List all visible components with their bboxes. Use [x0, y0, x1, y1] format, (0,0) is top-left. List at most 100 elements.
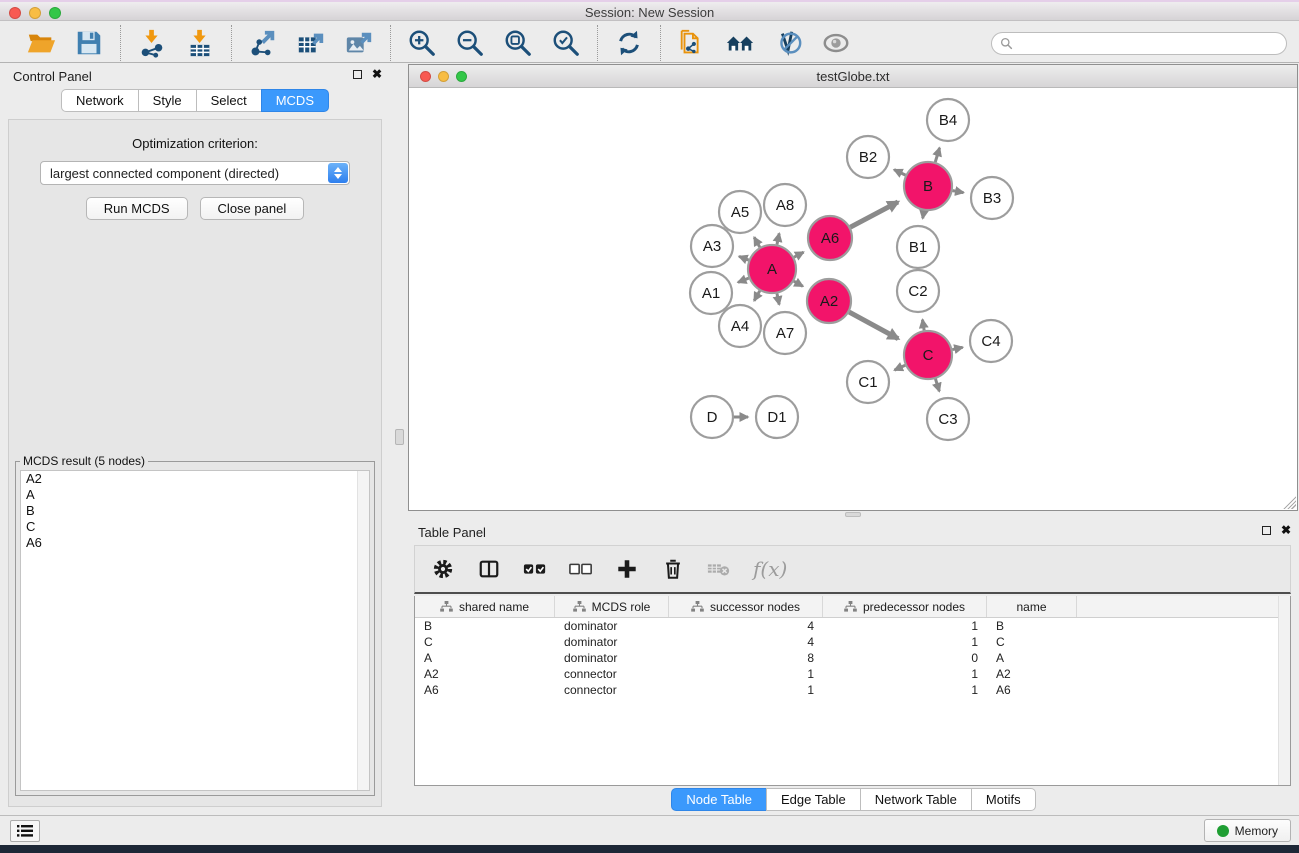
- export-table-icon[interactable]: [295, 27, 327, 59]
- tab-motifs[interactable]: Motifs: [971, 788, 1036, 811]
- graph-edge-B-B1[interactable]: [923, 211, 924, 219]
- hide-graphics-details-icon[interactable]: [772, 27, 804, 59]
- table-scrollbar[interactable]: [1278, 596, 1290, 785]
- graph-edge-B-B4[interactable]: [935, 148, 939, 162]
- column-header-shared-name[interactable]: shared name: [415, 596, 555, 617]
- table-cell[interactable]: 1: [823, 619, 987, 633]
- result-item[interactable]: C: [21, 519, 369, 535]
- select-all-columns-icon[interactable]: [523, 557, 547, 581]
- table-cell[interactable]: B: [987, 619, 1077, 633]
- table-row[interactable]: Bdominator41B: [415, 618, 1290, 634]
- graph-edge-A-A7[interactable]: [777, 293, 779, 304]
- tab-network-table[interactable]: Network Table: [860, 788, 971, 811]
- horizontal-divider-handle[interactable]: [845, 512, 861, 517]
- table-cell[interactable]: 1: [823, 683, 987, 697]
- table-cell[interactable]: C: [987, 635, 1077, 649]
- refresh-icon[interactable]: [613, 27, 645, 59]
- zoom-in-icon[interactable]: [406, 27, 438, 59]
- close-panel-button[interactable]: Close panel: [200, 197, 305, 220]
- graph-edge-A-A1[interactable]: [738, 278, 749, 282]
- memory-button[interactable]: Memory: [1204, 819, 1291, 842]
- tab-select[interactable]: Select: [196, 89, 261, 112]
- result-item[interactable]: A2: [21, 471, 369, 487]
- open-file-icon[interactable]: [25, 27, 57, 59]
- table-cell[interactable]: connector: [555, 667, 669, 681]
- search-input[interactable]: [1018, 36, 1278, 50]
- table-float-icon[interactable]: [1262, 526, 1271, 535]
- column-header-name[interactable]: name: [987, 596, 1077, 617]
- result-item[interactable]: B: [21, 503, 369, 519]
- network-from-selection-icon[interactable]: [676, 27, 708, 59]
- graph-edge-A-A2[interactable]: [794, 281, 803, 286]
- table-cell[interactable]: dominator: [555, 619, 669, 633]
- table-row[interactable]: Cdominator41C: [415, 634, 1290, 650]
- column-header-predecessor-nodes[interactable]: predecessor nodes: [823, 596, 987, 617]
- table-settings-gear-icon[interactable]: [431, 557, 455, 581]
- result-scrollbar[interactable]: [357, 471, 369, 790]
- table-cell[interactable]: B: [415, 619, 555, 633]
- table-cell[interactable]: 8: [669, 651, 823, 665]
- show-columns-icon[interactable]: [477, 557, 501, 581]
- graph-edge-C-C4[interactable]: [952, 347, 962, 349]
- table-cell[interactable]: A6: [415, 683, 555, 697]
- import-table-icon[interactable]: [184, 27, 216, 59]
- tab-edge-table[interactable]: Edge Table: [766, 788, 860, 811]
- graph-edge-B-B3[interactable]: [953, 191, 964, 193]
- column-header-successor-nodes[interactable]: successor nodes: [669, 596, 823, 617]
- network-canvas[interactable]: B4B2BB3A8A5A6A3B1AC2A1A2A4A7C4CC1C3DD1: [409, 88, 1297, 510]
- table-cell[interactable]: A: [987, 651, 1077, 665]
- graph-edge-C-C1[interactable]: [894, 365, 905, 370]
- graph-edge-B-B2[interactable]: [894, 170, 905, 176]
- table-row[interactable]: Adominator80A: [415, 650, 1290, 666]
- graph-edge-A2-C[interactable]: [849, 312, 898, 339]
- table-cell[interactable]: dominator: [555, 651, 669, 665]
- result-item[interactable]: A: [21, 487, 369, 503]
- close-panel-icon[interactable]: ✖: [372, 69, 382, 79]
- graph-edge-A-A6[interactable]: [794, 252, 803, 257]
- vertical-divider-handle[interactable]: [395, 429, 404, 445]
- table-cell[interactable]: C: [415, 635, 555, 649]
- graph-edge-A-A8[interactable]: [777, 233, 779, 244]
- table-cell[interactable]: connector: [555, 683, 669, 697]
- table-cell[interactable]: 1: [823, 635, 987, 649]
- tab-mcds[interactable]: MCDS: [261, 89, 329, 112]
- table-cell[interactable]: A2: [415, 667, 555, 681]
- table-cell[interactable]: 4: [669, 619, 823, 633]
- table-close-icon[interactable]: ✖: [1281, 525, 1291, 535]
- graph-edge-A-A3[interactable]: [739, 256, 749, 260]
- graph-edge-C-C2[interactable]: [922, 320, 924, 331]
- eye-icon[interactable]: [820, 27, 852, 59]
- export-network-icon[interactable]: [247, 27, 279, 59]
- table-row[interactable]: A2connector11A2: [415, 666, 1290, 682]
- mcds-result-list[interactable]: A2ABCA6: [20, 470, 370, 791]
- delete-column-trash-icon[interactable]: [661, 557, 685, 581]
- table-cell[interactable]: 1: [669, 667, 823, 681]
- float-panel-icon[interactable]: [353, 70, 362, 79]
- task-history-button[interactable]: [10, 820, 40, 842]
- table-cell[interactable]: A: [415, 651, 555, 665]
- import-network-icon[interactable]: [136, 27, 168, 59]
- export-image-icon[interactable]: [343, 27, 375, 59]
- zoom-selected-icon[interactable]: [550, 27, 582, 59]
- table-cell[interactable]: dominator: [555, 635, 669, 649]
- create-column-plus-icon[interactable]: [615, 557, 639, 581]
- result-item[interactable]: A6: [21, 535, 369, 551]
- criterion-dropdown[interactable]: largest connected component (directed): [40, 161, 350, 185]
- home-icon[interactable]: [724, 27, 756, 59]
- table-cell[interactable]: A2: [987, 667, 1077, 681]
- table-cell[interactable]: 1: [823, 667, 987, 681]
- graph-edge-A-A4[interactable]: [754, 291, 760, 301]
- resize-grip[interactable]: [1282, 495, 1296, 509]
- save-session-icon[interactable]: [73, 27, 105, 59]
- graph-edge-A6-B[interactable]: [850, 202, 898, 227]
- zoom-fit-icon[interactable]: [502, 27, 534, 59]
- graph-edge-C-C3[interactable]: [935, 379, 939, 391]
- tab-style[interactable]: Style: [138, 89, 196, 112]
- tab-node-table[interactable]: Node Table: [671, 788, 766, 811]
- tab-network[interactable]: Network: [61, 89, 138, 112]
- search-box[interactable]: [991, 32, 1287, 55]
- zoom-out-icon[interactable]: [454, 27, 486, 59]
- unselect-all-columns-icon[interactable]: [569, 557, 593, 581]
- graph-edge-A-A5[interactable]: [754, 237, 760, 247]
- run-mcds-button[interactable]: Run MCDS: [86, 197, 188, 220]
